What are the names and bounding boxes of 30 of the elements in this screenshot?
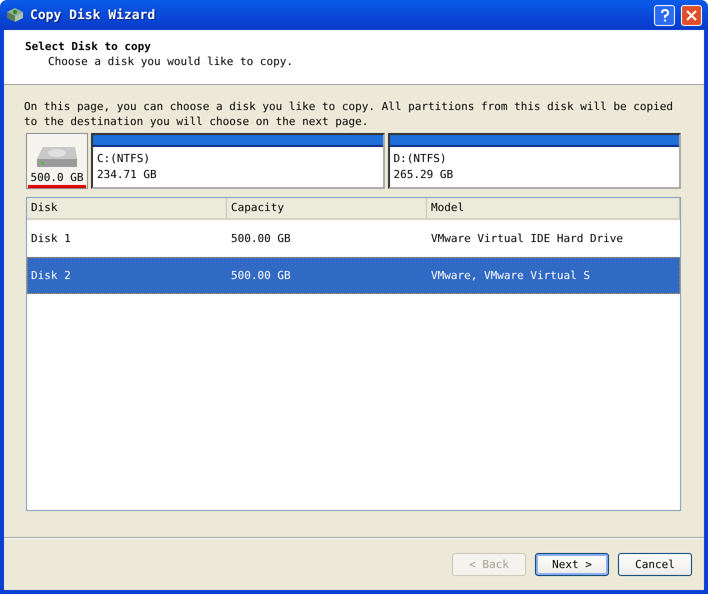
disk-icon	[6, 7, 24, 23]
table-row[interactable]: Disk 1 500.00 GB VMware Virtual IDE Hard Drive	[27, 220, 680, 257]
column-header[interactable]: Disk	[27, 198, 227, 218]
partition-block[interactable]: C:(NTFS) 234.71 GB	[91, 133, 384, 189]
wizard-button[interactable]: Next >	[535, 552, 609, 576]
column-header[interactable]: Model	[427, 198, 680, 218]
partition-block[interactable]: D:(NTFS) 265.29 GB	[388, 133, 681, 189]
disk-size: 500.0 GB	[28, 171, 86, 188]
partition-size: 234.71 GB	[97, 167, 158, 183]
wizard-button[interactable]: Cancel	[618, 552, 692, 576]
description-text: On this page, you can choose a disk you like to copy. All partitions from this disk will be copied to the destination you will choose on the next page.	[23, 99, 674, 129]
disk-map-cell[interactable]: 500.0 GB	[26, 133, 88, 189]
partition-size: 265.29 GB	[394, 167, 454, 183]
table-cell-text: VMware Virtual IDE Hard Drive	[430, 232, 624, 245]
table-cell-text: Disk 1	[30, 232, 72, 245]
table-cell-text: VMware, VMware Virtual S	[430, 269, 591, 282]
page-subtitle: Choose a disk you would like to copy.	[47, 55, 294, 68]
page-title: Select Disk to copy	[25, 40, 152, 53]
help-icon	[660, 8, 670, 22]
window-title: Copy Disk Wizard	[30, 8, 156, 22]
table-row[interactable]: Disk 2 500.00 GB VMware, VMware Virtual S	[27, 257, 680, 294]
table-cell-text: Disk 2	[30, 269, 72, 282]
table-cell-text: 500.00 GB	[230, 232, 292, 245]
close-button[interactable]	[681, 4, 702, 26]
close-icon	[686, 10, 697, 20]
help-button[interactable]	[654, 4, 675, 26]
partition-label: C:(NTFS)	[97, 151, 151, 167]
column-header[interactable]: Capacity	[227, 198, 427, 218]
table-cell-text: 500.00 GB	[230, 269, 292, 282]
partition-label: D:(NTFS)	[394, 151, 448, 167]
